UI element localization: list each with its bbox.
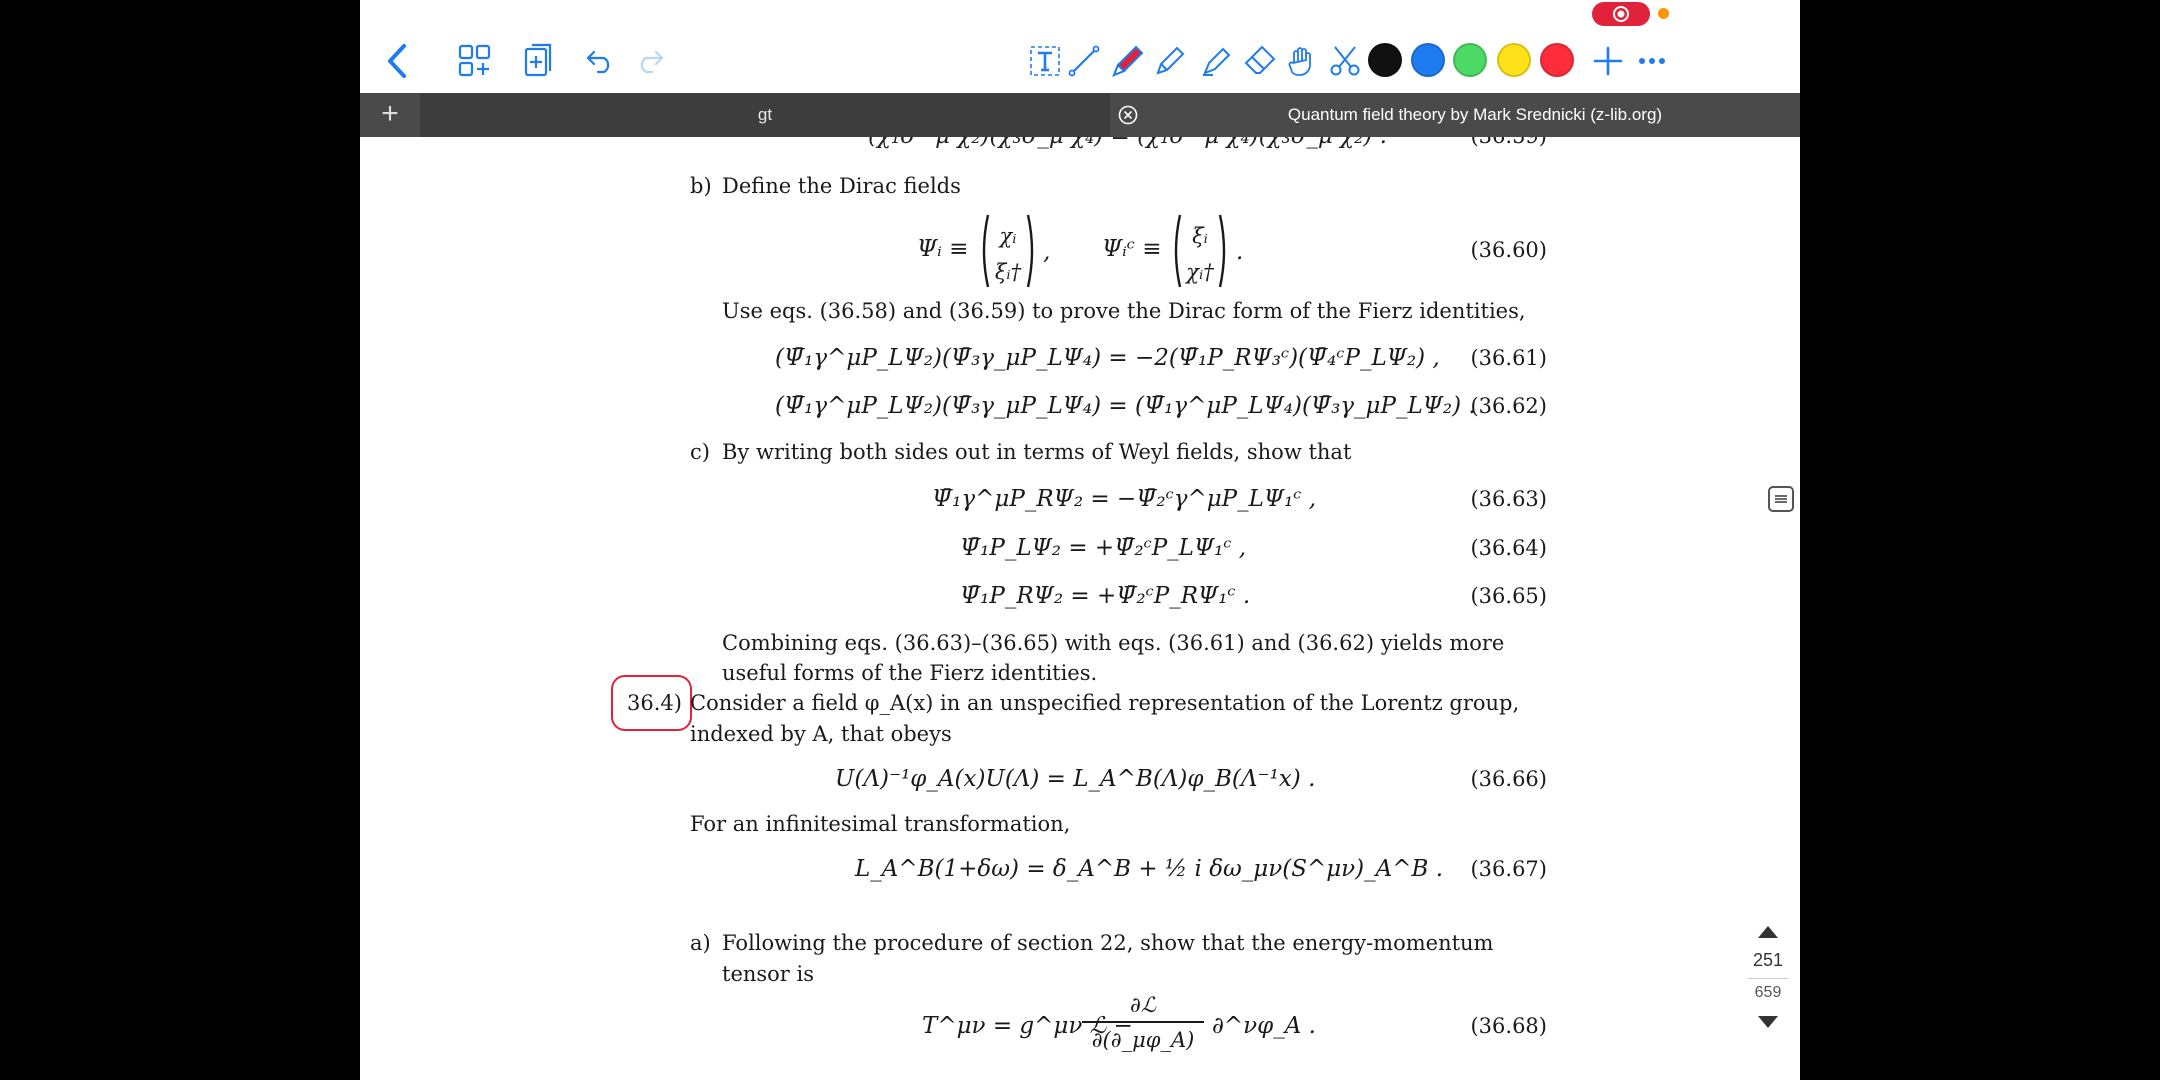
paragraph: For an infinitesimal transformation, [690, 812, 1071, 836]
close-tab-icon[interactable] [1118, 105, 1138, 125]
equation-number: (36.64) [1470, 536, 1547, 560]
highlighter-tool-icon[interactable] [1193, 39, 1237, 83]
item-label: b) [690, 174, 712, 198]
paragraph: Following the procedure of section 22, s… [722, 931, 1494, 955]
pen-tool-icon[interactable] [1104, 39, 1148, 83]
color-swatch-green[interactable] [1453, 43, 1487, 77]
reader-app: + gt Quantum field theory by Mark Sredni… [360, 0, 1800, 1080]
equation-number: (36.66) [1470, 767, 1547, 791]
fraction-denominator: ∂(∂_μφ_A) [1091, 1028, 1195, 1052]
color-swatch-blue[interactable] [1411, 43, 1445, 77]
tab-bar: + gt Quantum field theory by Mark Sredni… [360, 93, 1800, 137]
equation-number: (36.62) [1470, 394, 1547, 418]
fraction-bar [1082, 1021, 1204, 1023]
equation-36-64: Ψ̄₁P_LΨ₂ = +Ψ̄₂ᶜP_LΨ₁ᶜ , [960, 535, 1247, 561]
equation-number: (36.61) [1470, 346, 1547, 370]
lasso-hand-icon[interactable] [1280, 39, 1324, 83]
line-tool-icon[interactable] [1062, 39, 1106, 83]
tab-label: Quantum field theory by Mark Srednicki (… [1287, 105, 1663, 124]
equation-36-63: Ψ̄₁γ^μP_RΨ₂ = −Ψ̄₂ᶜγ^μP_LΨ₁ᶜ , [932, 486, 1317, 512]
page-down-icon[interactable] [1756, 1014, 1780, 1035]
outline-toggle-icon[interactable] [1768, 486, 1794, 512]
paragraph: useful forms of the Fierz identities. [722, 661, 1098, 685]
equation-36-60-lhs: Ψᵢ ≡ [917, 236, 969, 262]
grid-add-icon[interactable] [453, 39, 497, 83]
problem-number: 36.4) [627, 691, 682, 715]
svg-text:χᵢ†: χᵢ† [1184, 260, 1214, 284]
comma: , [1043, 239, 1051, 265]
add-page-icon[interactable] [516, 39, 560, 83]
item-label: c) [690, 440, 710, 464]
item-label: a) [690, 931, 711, 955]
equation-number: (36.63) [1470, 487, 1547, 511]
paragraph: Use eqs. (36.58) and (36.59) to prove th… [722, 299, 1526, 323]
total-pages: 659 [1754, 984, 1782, 1001]
tab-active-document[interactable]: Quantum field theory by Mark Srednicki (… [1110, 93, 1800, 137]
equation-36-61: (Ψ̄₁γ^μP_LΨ₂)(Ψ̄₃γ_μP_LΨ₄) = −2(Ψ̄₁P_RΨ₃… [775, 345, 1440, 371]
record-icon [1613, 6, 1629, 22]
tab-gt[interactable]: gt [420, 93, 1110, 137]
fraction-numerator: ∂ℒ [1130, 993, 1156, 1017]
equation-number: (36.65) [1470, 584, 1547, 608]
paragraph: By writing both sides out in terms of We… [722, 440, 1352, 464]
microphone-in-use-dot [1658, 8, 1669, 19]
page-scroller[interactable]: 251 659 [1740, 900, 1800, 1050]
back-icon[interactable] [375, 39, 419, 83]
color-swatch-black[interactable] [1368, 43, 1402, 77]
paragraph: Define the Dirac fields [722, 174, 961, 198]
text-tool-icon[interactable] [1023, 39, 1067, 83]
new-tab-button[interactable]: + [360, 93, 420, 137]
paragraph: indexed by A, that obeys [690, 722, 952, 746]
equation-36-59-cut: (χ₁σ^μ χ₂)(χ₃σ_μ χ₄) = (χ₁σ^μ χ₄)(χ₃σ_μ … [868, 137, 1387, 151]
paragraph: tensor is [722, 962, 815, 986]
scissors-icon[interactable] [1323, 39, 1367, 83]
page-divider [1748, 978, 1788, 979]
equation-36-68-rhs: ∂^νφ_A . [1212, 1013, 1316, 1039]
paragraph: Combining eqs. (36.63)–(36.65) with eqs.… [722, 631, 1505, 655]
color-swatch-yellow[interactable] [1497, 43, 1531, 77]
pencil-tool-icon[interactable] [1148, 39, 1192, 83]
current-page-number: 251 [1752, 950, 1784, 970]
period: . [1236, 239, 1244, 265]
equation-36-67: L_A^B(1+δω) = δ_A^B + ½ i δω_μν(S^μν)_A^… [855, 856, 1444, 882]
svg-text:χᵢ: χᵢ [998, 224, 1017, 248]
redo-icon[interactable] [628, 39, 672, 83]
equation-number: (36.67) [1470, 857, 1547, 881]
svg-text:ξᵢ: ξᵢ [1192, 224, 1208, 248]
add-icon[interactable] [1586, 39, 1630, 83]
equation-number: (36.59) [1397, 137, 1547, 151]
undo-icon[interactable] [578, 39, 622, 83]
equation-36-62: (Ψ̄₁γ^μP_LΨ₂)(Ψ̄₃γ_μP_LΨ₄) = (Ψ̄₁γ^μP_LΨ… [775, 393, 1476, 419]
equation-36-60-rhs: Ψᵢᶜ ≡ [1102, 236, 1162, 262]
tab-label: gt [757, 105, 773, 124]
equation-36-65: Ψ̄₁P_RΨ₂ = +Ψ̄₂ᶜP_RΨ₁ᶜ . [960, 583, 1251, 609]
svg-text:ξᵢ†: ξᵢ† [995, 260, 1022, 284]
color-swatch-red[interactable] [1540, 43, 1574, 77]
equation-36-66: U(Λ)⁻¹φ_A(x)U(Λ) = L_A^B(Λ)φ_B(Λ⁻¹x) . [835, 766, 1316, 792]
screen-recording-indicator[interactable] [1592, 2, 1650, 26]
pdf-page[interactable]: (χ₁σ^μ χ₂)(χ₃σ_μ χ₄) = (χ₁σ^μ χ₄)(χ₃σ_μ … [360, 137, 1800, 1080]
paragraph: Consider a field φ_A(x) in an unspecifie… [690, 691, 1520, 715]
matrix-bracket: ξᵢ χᵢ† [1174, 214, 1226, 288]
equation-number: (36.60) [1470, 238, 1547, 262]
matrix-bracket: χᵢ ξᵢ† [982, 214, 1034, 288]
more-icon[interactable] [1630, 39, 1674, 83]
equation-number: (36.68) [1470, 1014, 1547, 1038]
eraser-tool-icon[interactable] [1238, 39, 1282, 83]
page-up-icon[interactable] [1756, 924, 1780, 945]
